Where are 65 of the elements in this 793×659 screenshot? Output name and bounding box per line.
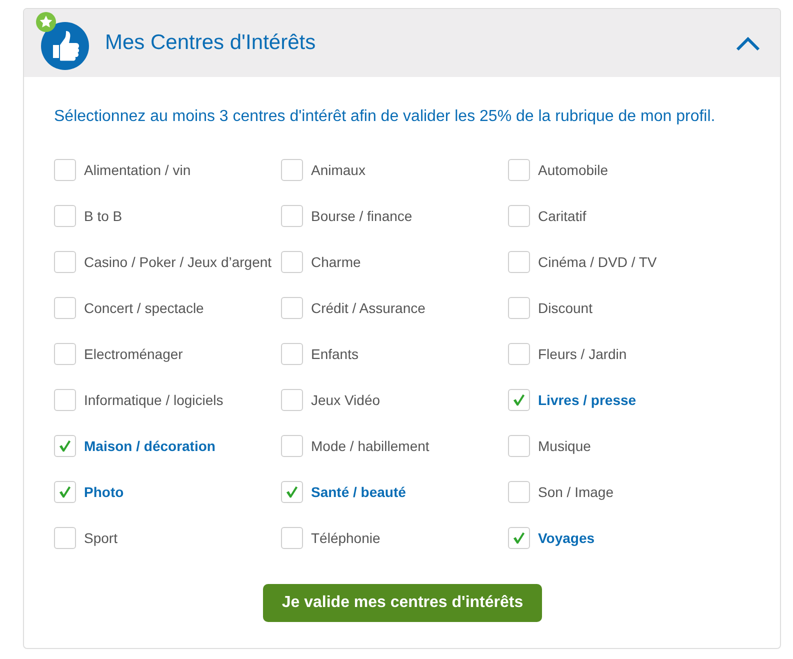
interest-label[interactable]: Bourse / finance xyxy=(311,208,412,224)
interest-label[interactable]: Cinéma / DVD / TV xyxy=(538,254,657,270)
checkbox[interactable] xyxy=(281,481,303,503)
checkbox[interactable] xyxy=(54,435,76,457)
checkbox[interactable] xyxy=(281,159,303,181)
checkbox[interactable] xyxy=(54,205,76,227)
interest-label[interactable]: Maison / décoration xyxy=(84,438,216,454)
interest-label[interactable]: Crédit / Assurance xyxy=(311,300,426,316)
checkbox[interactable] xyxy=(508,159,530,181)
chevron-up-icon[interactable] xyxy=(736,37,760,51)
interest-label[interactable]: Sport xyxy=(84,530,118,546)
checkbox[interactable] xyxy=(281,297,303,319)
submit-button[interactable]: Je valide mes centres d'intérêts xyxy=(262,584,542,622)
interest-label[interactable]: Enfants xyxy=(311,346,358,362)
interest-label[interactable]: Téléphonie xyxy=(311,530,380,546)
thumbs-up-icon xyxy=(41,22,89,70)
checkbox[interactable] xyxy=(508,481,530,503)
instruction-text: Sélectionnez au moins 3 centres d'intérêt afin de valider les 25% de la rubrique de mon profil. xyxy=(54,107,716,127)
interest-label[interactable]: Santé / beauté xyxy=(311,484,406,500)
interest-label[interactable]: Charme xyxy=(311,254,361,270)
checkbox[interactable] xyxy=(508,343,530,365)
interest-label[interactable]: Jeux Vidéo xyxy=(311,392,380,408)
star-badge-icon xyxy=(36,12,56,32)
interest-label[interactable]: Mode / habillement xyxy=(311,438,430,454)
checkbox[interactable] xyxy=(54,481,76,503)
checkbox[interactable] xyxy=(54,251,76,273)
checkmark-icon xyxy=(286,486,298,498)
checkbox[interactable] xyxy=(281,251,303,273)
interest-label[interactable]: Concert / spectacle xyxy=(84,300,204,316)
interest-label[interactable]: B to B xyxy=(84,208,122,224)
checkbox[interactable] xyxy=(281,389,303,411)
checkbox[interactable] xyxy=(54,527,76,549)
interest-label[interactable]: Photo xyxy=(84,484,124,500)
interest-label[interactable]: Alimentation / vin xyxy=(84,162,191,178)
interest-label[interactable]: Musique xyxy=(538,438,591,454)
interest-label[interactable]: Automobile xyxy=(538,162,608,178)
checkmark-icon xyxy=(513,532,525,544)
interest-label[interactable]: Livres / presse xyxy=(538,392,636,408)
checkbox[interactable] xyxy=(54,159,76,181)
interest-label[interactable]: Fleurs / Jardin xyxy=(538,346,627,362)
interest-label[interactable]: Casino / Poker / Jeux d’argent xyxy=(84,254,272,270)
checkbox[interactable] xyxy=(281,527,303,549)
checkbox[interactable] xyxy=(281,435,303,457)
interest-label[interactable]: Animaux xyxy=(311,162,366,178)
interest-label[interactable]: Discount xyxy=(538,300,592,316)
panel-title: Mes Centres d'Intérêts xyxy=(105,31,317,55)
checkbox[interactable] xyxy=(54,389,76,411)
interest-label[interactable]: Caritatif xyxy=(538,208,586,224)
checkmark-icon xyxy=(59,486,71,498)
checkbox[interactable] xyxy=(508,435,530,457)
interest-label[interactable]: Electroménager xyxy=(84,346,183,362)
interest-label[interactable]: Son / Image xyxy=(538,484,614,500)
checkbox[interactable] xyxy=(508,205,530,227)
checkbox[interactable] xyxy=(281,343,303,365)
checkbox[interactable] xyxy=(508,251,530,273)
interest-label[interactable]: Voyages xyxy=(538,530,595,546)
checkmark-icon xyxy=(513,394,525,406)
checkbox[interactable] xyxy=(281,205,303,227)
checkbox[interactable] xyxy=(54,297,76,319)
checkbox[interactable] xyxy=(508,297,530,319)
checkbox[interactable] xyxy=(508,389,530,411)
checkmark-icon xyxy=(59,440,71,452)
checkbox[interactable] xyxy=(54,343,76,365)
interest-label[interactable]: Informatique / logiciels xyxy=(84,392,224,408)
checkbox[interactable] xyxy=(508,527,530,549)
